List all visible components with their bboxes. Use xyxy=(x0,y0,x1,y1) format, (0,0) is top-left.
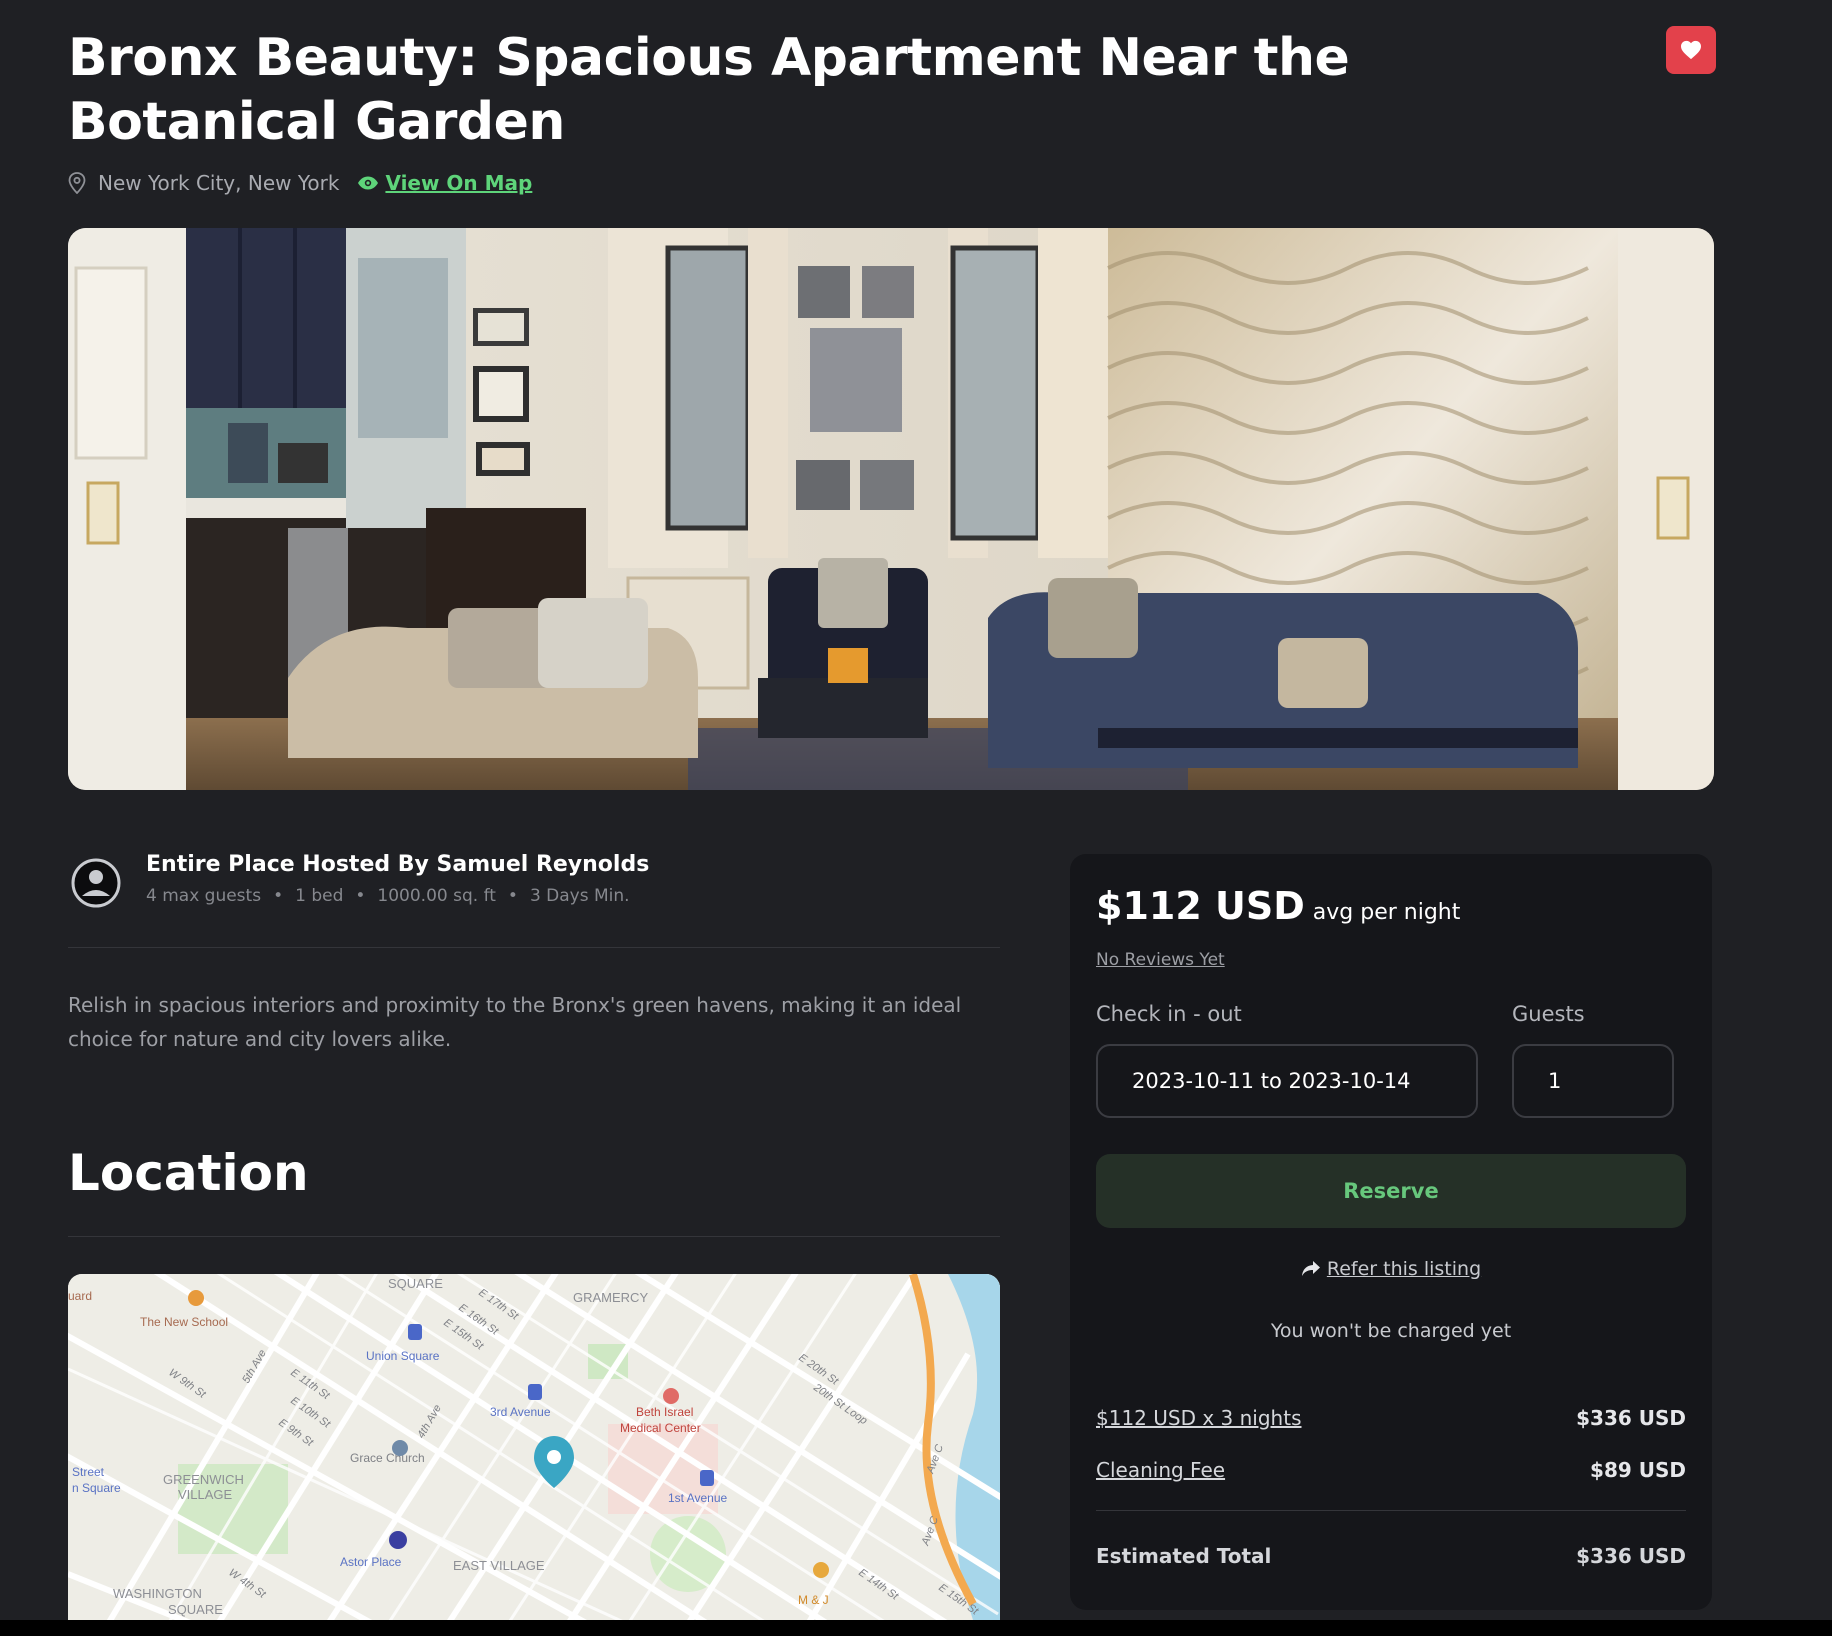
price-line-item: Cleaning Fee $89 USD xyxy=(1096,1458,1686,1482)
line-item-value: $336 USD xyxy=(1576,1406,1686,1430)
host-summary: Entire Place Hosted By Samuel Reynolds 4… xyxy=(68,852,1000,948)
map-label-uard: uard xyxy=(68,1289,92,1303)
poi-marker[interactable] xyxy=(392,1440,408,1456)
map-label-square-2: SQUARE xyxy=(168,1602,223,1617)
map-label-square: SQUARE xyxy=(388,1276,443,1291)
heart-icon xyxy=(1681,40,1701,60)
view-on-map-label: View On Map xyxy=(385,171,533,195)
host-headline: Entire Place Hosted By Samuel Reynolds xyxy=(146,852,650,877)
map-label-mj: M & J xyxy=(798,1593,829,1607)
location-row: New York City, New York View On Map xyxy=(68,168,532,198)
map-label-union-square: Union Square xyxy=(366,1349,440,1363)
transit-marker[interactable] xyxy=(408,1324,422,1340)
poi-marker[interactable] xyxy=(813,1562,829,1578)
map-label-gramercy: GRAMERCY xyxy=(573,1290,648,1305)
reserve-button[interactable]: Reserve xyxy=(1096,1154,1686,1228)
spec-min-stay: 3 Days Min. xyxy=(529,886,630,906)
view-on-map-link[interactable]: View On Map xyxy=(357,171,532,195)
user-avatar-icon[interactable] xyxy=(71,858,121,908)
hospital-marker[interactable] xyxy=(663,1388,679,1404)
spec-guests: 4 max guests xyxy=(146,886,262,906)
reviews-link[interactable]: No Reviews Yet xyxy=(1096,950,1225,970)
bottom-edge xyxy=(0,1620,1832,1636)
guests-value: 1 xyxy=(1548,1069,1562,1093)
share-arrow-icon xyxy=(1301,1261,1320,1276)
listing-specs: 4 max guests • 1 bed • 1000.00 sq. ft • 3 D… xyxy=(146,886,630,906)
favorite-button[interactable] xyxy=(1666,26,1716,74)
total-value: $336 USD xyxy=(1576,1544,1686,1568)
map-pin-icon xyxy=(68,172,86,194)
transit-marker[interactable] xyxy=(528,1384,542,1400)
map-label-medical-center: Medical Center xyxy=(620,1421,701,1435)
guests-label: Guests xyxy=(1512,1002,1585,1026)
map-label-1st-avenue: 1st Avenue xyxy=(668,1491,727,1505)
refer-listing-label[interactable]: Refer this listing xyxy=(1327,1258,1481,1280)
transit-marker[interactable] xyxy=(700,1470,714,1486)
map-label-street: Street xyxy=(72,1465,105,1479)
map-label-n-square: n Square xyxy=(72,1481,121,1495)
total-label: Estimated Total xyxy=(1096,1544,1272,1568)
date-range-value: 2023-10-11 to 2023-10-14 xyxy=(1132,1069,1411,1093)
map-label-village: VILLAGE xyxy=(178,1487,233,1502)
price-line-item: $112 USD x 3 nights $336 USD xyxy=(1096,1406,1686,1430)
no-charge-note: You won't be charged yet xyxy=(1270,1320,1512,1342)
price-suffix: avg per night xyxy=(1312,900,1461,925)
map-label-washington: WASHINGTON xyxy=(113,1586,202,1601)
listing-title: Bronx Beauty: Spacious Apartment Near th… xyxy=(68,28,1350,152)
line-item-label[interactable]: $112 USD x 3 nights xyxy=(1096,1406,1302,1430)
map-label-east-village: EAST VILLAGE xyxy=(453,1558,545,1573)
divider xyxy=(68,1236,1000,1237)
transit-marker[interactable] xyxy=(389,1531,407,1549)
location-text: New York City, New York xyxy=(98,171,340,195)
map-label-new-school: The New School xyxy=(140,1315,228,1329)
eye-icon xyxy=(358,176,379,190)
estimated-total-row: Estimated Total $336 USD xyxy=(1096,1544,1686,1568)
date-range-input[interactable]: 2023-10-11 to 2023-10-14 xyxy=(1096,1044,1478,1118)
nightly-price: $112 USD xyxy=(1096,884,1305,928)
poi-marker[interactable] xyxy=(188,1290,204,1306)
booking-card: $112 USD avg per night No Reviews Yet Ch… xyxy=(1070,854,1712,1610)
location-heading: Location xyxy=(68,1144,309,1202)
guests-input[interactable]: 1 xyxy=(1512,1044,1674,1118)
spec-beds: 1 bed xyxy=(295,886,344,906)
line-item-value: $89 USD xyxy=(1590,1458,1686,1482)
map-label-beth-israel: Beth Israel xyxy=(636,1405,693,1419)
listing-photo[interactable] xyxy=(68,228,1714,790)
listing-description: Relish in spacious interiors and proximi… xyxy=(68,993,962,1051)
map-label-grace-church: Grace Church xyxy=(350,1451,425,1465)
refer-listing[interactable]: Refer this listing xyxy=(1070,1258,1712,1280)
map-label-astor-place: Astor Place xyxy=(340,1555,402,1569)
price-row: $112 USD avg per night xyxy=(1096,884,1460,928)
checkin-label: Check in - out xyxy=(1096,1002,1242,1026)
map-label-3rd-avenue: 3rd Avenue xyxy=(490,1405,551,1419)
divider xyxy=(1096,1510,1686,1511)
line-item-label[interactable]: Cleaning Fee xyxy=(1096,1458,1225,1482)
location-map[interactable]: SQUARE GRAMERCY GREENWICH VILLAGE EAST V… xyxy=(68,1274,1000,1620)
map-label-greenwich: GREENWICH xyxy=(163,1472,244,1487)
spec-area: 1000.00 sq. ft xyxy=(377,886,496,906)
